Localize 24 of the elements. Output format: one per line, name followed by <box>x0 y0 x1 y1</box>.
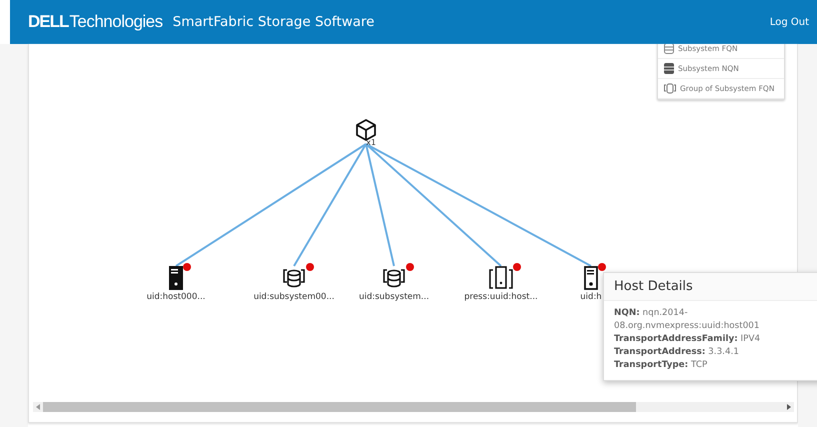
node-label: press:uuid:host... <box>464 292 538 302</box>
node-label: uid:host000... <box>146 292 206 302</box>
tooltip-title: Host Details <box>604 273 817 301</box>
app-title: SmartFabric Storage Software <box>172 14 374 30</box>
database-icon <box>664 63 674 74</box>
node-label: uid:subsystem00... <box>254 292 334 302</box>
dell-logo: DELLTechnologies <box>28 12 163 32</box>
detail-text: TransportAddress: 3.3.4.1 <box>614 346 740 359</box>
horizontal-scrollbar[interactable] <box>33 402 794 412</box>
detail-text: TransportType: TCP <box>614 359 708 372</box>
scroll-right-icon[interactable] <box>787 404 791 410</box>
detail-text: NQN: nqn.2014-08.org.nvmexpress:uuid:host001 <box>614 307 761 333</box>
node-label: uid:h <box>580 292 602 302</box>
node-label: x1 <box>366 138 376 147</box>
server-icon[interactable] <box>584 266 598 290</box>
scrollbar-thumb[interactable] <box>43 402 636 412</box>
logout-link[interactable]: Log Out <box>770 16 809 28</box>
node-label: uid:subsystem... <box>358 292 430 302</box>
phone-icon[interactable] <box>489 266 513 290</box>
server-icon[interactable] <box>169 266 183 290</box>
database-group-icon[interactable] <box>282 267 306 289</box>
detail-text: TransportAddressFamily: IPV4 <box>614 333 762 346</box>
database-group-icon <box>664 83 676 94</box>
database-group-icon[interactable] <box>382 267 406 289</box>
